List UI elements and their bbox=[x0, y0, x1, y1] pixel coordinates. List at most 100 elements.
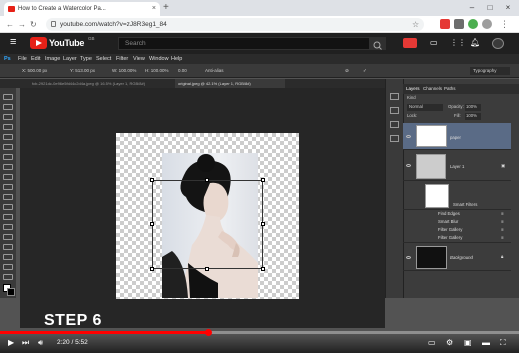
smart-object-icon: ▣ bbox=[501, 163, 506, 168]
visibility-eye-icon bbox=[406, 164, 411, 167]
ps-menu-type: Type bbox=[80, 56, 92, 62]
document-tab-active: original.jpeg @ 42.1% (Layer 1, RGB/8#) bbox=[175, 79, 285, 88]
document-tab: fcb-2921dc-0e96e5fd44c2d4a.jpeg @ 16.5% … bbox=[32, 81, 146, 86]
history-brush-tool-icon bbox=[3, 184, 13, 190]
layer-name: paper bbox=[450, 135, 461, 140]
bookmark-star-icon[interactable]: ☆ bbox=[412, 16, 419, 33]
properties-panel-icon bbox=[390, 107, 399, 114]
hand-tool-icon bbox=[3, 264, 13, 270]
reload-icon[interactable]: ↻ bbox=[30, 16, 37, 33]
ps-menu-select: Select bbox=[96, 56, 112, 62]
layer-thumbnail bbox=[416, 125, 447, 147]
forward-icon[interactable]: → bbox=[18, 16, 26, 33]
interpolation-field: Anti-alias bbox=[205, 68, 224, 73]
ps-menu-file: File bbox=[18, 56, 27, 62]
fullscreen-icon[interactable]: ⛶ bbox=[500, 336, 506, 350]
zoom-tool-icon bbox=[3, 274, 13, 280]
layer-row-paper: paper bbox=[403, 123, 511, 150]
new-tab-button[interactable]: + bbox=[163, 1, 169, 15]
filter-name: Filter Gallery bbox=[438, 235, 463, 240]
progress-scrubber[interactable] bbox=[204, 329, 212, 336]
maximize-button[interactable]: □ bbox=[482, 0, 498, 15]
visibility-eye-icon bbox=[406, 135, 411, 138]
x-field: X: 500.00 px bbox=[22, 68, 48, 73]
youtube-logo-icon[interactable] bbox=[30, 37, 47, 49]
height-field: H: 100.00% bbox=[145, 68, 169, 73]
photoshop-toolbar bbox=[0, 88, 16, 298]
notifications-bell-icon[interactable]: 🔔︎ bbox=[470, 37, 480, 49]
subtitles-icon[interactable]: ▭ bbox=[428, 336, 436, 350]
tab-close-icon[interactable]: × bbox=[152, 2, 156, 16]
opacity-label: Opacity: bbox=[448, 104, 464, 109]
marquee-tool-icon bbox=[3, 104, 13, 110]
layer-row-smart-filters: Smart Filters bbox=[403, 182, 511, 210]
kind-filter: Kind bbox=[407, 95, 416, 100]
filter-row: Filter Gallery ≡ bbox=[403, 227, 511, 235]
transform-handle bbox=[261, 267, 265, 271]
yt-extension-icon[interactable] bbox=[403, 38, 417, 48]
filter-row: Find Edges ≡ bbox=[403, 211, 511, 219]
tab-layers: Layers bbox=[406, 86, 420, 91]
background-color-swatch bbox=[7, 288, 15, 296]
volume-icon[interactable]: 🔊︎ bbox=[38, 336, 43, 350]
miniplayer-icon[interactable]: ▣ bbox=[464, 336, 472, 350]
layer-name: Background bbox=[450, 255, 473, 260]
theater-mode-icon[interactable]: ▬ bbox=[482, 336, 490, 350]
browser-menu-icon[interactable]: ⋮ bbox=[500, 16, 509, 33]
y-field: Y: 513.00 px bbox=[70, 68, 96, 73]
layer-row-layer1: Layer 1 ▣ bbox=[403, 151, 511, 181]
search-button[interactable] bbox=[370, 37, 386, 50]
dodge-tool-icon bbox=[3, 224, 13, 230]
blend-row: Normal Opacity: 100% bbox=[403, 104, 519, 112]
transform-handle bbox=[150, 267, 154, 271]
layer-thumbnail bbox=[416, 246, 447, 269]
visibility-eye-icon bbox=[406, 256, 411, 259]
back-icon[interactable]: ← bbox=[6, 16, 14, 33]
settings-gear-icon[interactable]: ⚙︎ bbox=[446, 336, 453, 350]
type-tool-icon bbox=[3, 244, 13, 250]
lock-row: Lock: Fill: 100% bbox=[403, 113, 519, 121]
character-panel-icon bbox=[390, 135, 399, 142]
transform-handle bbox=[261, 178, 265, 182]
create-video-icon[interactable]: ▭ bbox=[430, 37, 438, 49]
account-avatar[interactable] bbox=[492, 38, 504, 49]
browser-tab[interactable]: How to Create a Watercolor Pa... × bbox=[4, 2, 160, 16]
cancel-transform-icon: ⊘ bbox=[345, 68, 349, 73]
path-select-tool-icon bbox=[3, 254, 13, 260]
youtube-wordmark[interactable]: YouTube bbox=[49, 37, 84, 49]
close-window-button[interactable]: × bbox=[500, 0, 516, 15]
opacity-value: 100% bbox=[465, 104, 481, 111]
hamburger-menu-icon[interactable]: ≡ bbox=[10, 35, 16, 49]
filter-mask-thumbnail bbox=[425, 184, 449, 208]
extension-icon[interactable] bbox=[454, 19, 464, 29]
search-input[interactable]: Search bbox=[118, 37, 370, 50]
time-display: 2:20 / 5:52 bbox=[57, 339, 88, 346]
next-icon[interactable]: ⏭︎ bbox=[22, 336, 29, 350]
adjustments-panel-icon bbox=[390, 121, 399, 128]
transform-handle bbox=[150, 222, 154, 226]
extension-icon[interactable] bbox=[440, 19, 450, 29]
healing-tool-icon bbox=[3, 154, 13, 160]
lock-icon bbox=[51, 21, 56, 27]
photoshop-options-bar: X: 500.00 px Y: 513.00 px W: 100.00% H: … bbox=[0, 64, 519, 78]
ps-menu-filter: Filter bbox=[116, 56, 129, 62]
url-text: youtube.com/watch?v=zJ8R3eg1_84 bbox=[60, 21, 167, 28]
progress-played bbox=[0, 331, 208, 334]
history-panel-icon bbox=[390, 93, 399, 100]
profile-avatar[interactable] bbox=[482, 19, 492, 29]
url-field[interactable]: youtube.com/watch?v=zJ8R3eg1_84 bbox=[46, 18, 424, 31]
gradient-tool-icon bbox=[3, 204, 13, 210]
filter-row: Smart Blur ≡ bbox=[403, 219, 511, 227]
apps-grid-icon[interactable]: ⋮⋮ bbox=[450, 37, 466, 49]
ps-menu-layer: Layer bbox=[63, 56, 77, 62]
minimize-button[interactable]: – bbox=[464, 0, 480, 15]
lock-label: Lock: bbox=[407, 113, 418, 118]
ps-menu-view: View bbox=[133, 56, 145, 62]
play-icon[interactable]: ▶ bbox=[8, 336, 14, 350]
extension-icon[interactable] bbox=[468, 19, 478, 29]
document-tabs: fcb-2921dc-0e96e5fd44c2d4a.jpeg @ 16.5% … bbox=[0, 79, 398, 88]
transform-handle bbox=[205, 178, 209, 182]
blur-tool-icon bbox=[3, 214, 13, 220]
transform-handle bbox=[261, 222, 265, 226]
layer-filter-row: Kind bbox=[403, 95, 519, 103]
